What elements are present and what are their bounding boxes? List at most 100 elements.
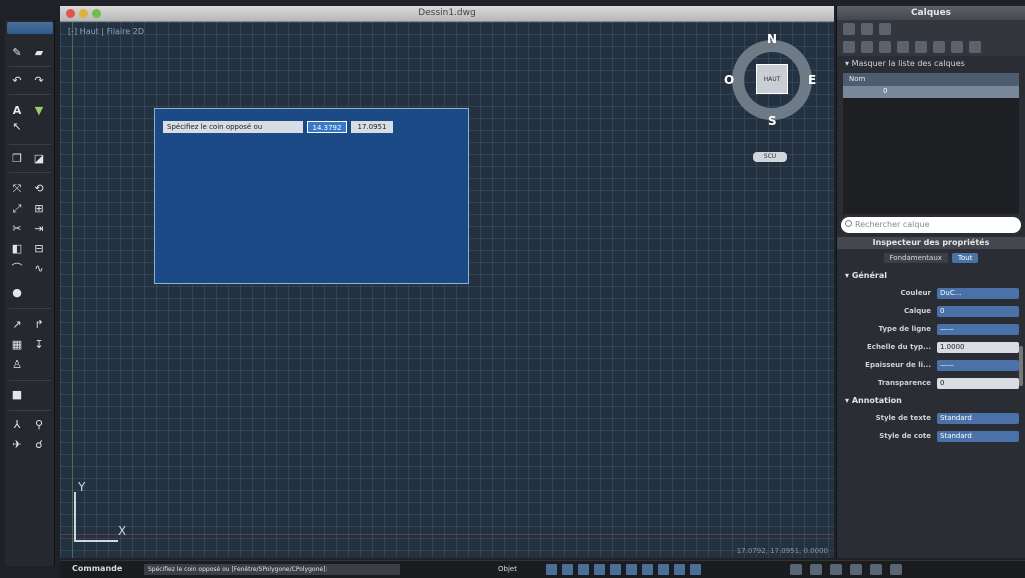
color-select[interactable]: DuC... — [937, 287, 1019, 299]
wcs-menu[interactable]: SCU — [753, 152, 787, 162]
stretch-icon[interactable]: ⊞ — [31, 202, 47, 216]
compass-south[interactable]: S — [768, 114, 777, 128]
spline-icon[interactable]: ∿ — [31, 262, 47, 276]
settings-icon[interactable] — [870, 564, 882, 575]
arc-icon[interactable]: ⌒ — [9, 262, 25, 276]
tab-all[interactable]: Tout — [951, 253, 979, 263]
layer-tool-icon[interactable] — [933, 41, 945, 53]
snap-icon[interactable] — [546, 564, 557, 575]
command-line-bar: Commande Spécifiez le coin opposé ou [Fe… — [60, 560, 1025, 578]
polar-icon[interactable] — [594, 564, 605, 575]
hatch-icon[interactable]: ▼ — [31, 104, 47, 118]
layer-tool-icon[interactable] — [915, 41, 927, 53]
walk-icon[interactable]: ☌ — [31, 438, 47, 452]
array-icon[interactable]: ⊟ — [31, 242, 47, 256]
inspector-scrollbar[interactable] — [1019, 346, 1023, 386]
mirror-icon[interactable]: ◪ — [31, 152, 47, 166]
general-props: Couleur DuC... Calque 0 Type de ligne —— Ec… — [837, 284, 1025, 392]
layer-row[interactable]: 0 — [843, 86, 1019, 98]
tool-palette: ✎ ▰ ↶ ↷ A ▼ ↖ ❐ ◪ ⤧ ⟲ ⤢ ⊞ ✂ ⇥ ◧ ⊟ ⌒ ∿ ● … — [5, 20, 55, 566]
linetype-scale-input[interactable]: 1.0000 — [937, 341, 1019, 353]
compass-west[interactable]: O — [724, 73, 734, 87]
orbit-icon[interactable]: ✈ — [9, 438, 25, 452]
layer-tool-icon[interactable] — [969, 41, 981, 53]
viewcube[interactable]: HAUT N S E O — [724, 32, 820, 128]
layer-column-header: Nom — [843, 73, 1019, 86]
customize-icon[interactable] — [890, 564, 902, 575]
fullscreen-icon[interactable] — [850, 564, 862, 575]
osnap-icon[interactable] — [610, 564, 621, 575]
undo-icon[interactable]: ↶ — [9, 74, 25, 88]
search-icon — [845, 220, 852, 227]
selection-cycle-icon[interactable] — [674, 564, 685, 575]
tab-basic[interactable]: Fondamentaux — [883, 253, 948, 263]
pan-icon[interactable]: ⅄ — [9, 418, 25, 432]
coordinate-readout: 17.0792, 17.0951, 0.0000 — [736, 547, 828, 555]
transparency-input[interactable]: 0 — [937, 377, 1019, 389]
extend-icon[interactable]: ⇥ — [31, 222, 47, 236]
section-annotation[interactable]: ▾ Annotation — [837, 392, 1025, 409]
text-icon[interactable]: A — [9, 104, 25, 118]
polyline-icon[interactable]: ▰ — [31, 46, 47, 60]
coordinate-y-field[interactable]: 17.0951 — [351, 121, 393, 133]
isolate-icon[interactable] — [830, 564, 842, 575]
layer-tool-icon[interactable] — [951, 41, 963, 53]
command-input[interactable]: Spécifiez le coin opposé ou [Fenêtre/SPo… — [144, 564, 400, 575]
viewport-label[interactable]: [-] Haut | Filaire 2D — [68, 27, 144, 36]
workspace-select[interactable] — [7, 22, 53, 34]
layer-tool-icon[interactable] — [879, 41, 891, 53]
redo-icon[interactable]: ↷ — [31, 74, 47, 88]
delete-layer-icon[interactable] — [861, 41, 873, 53]
viewcube-face[interactable]: HAUT — [756, 64, 788, 94]
line-icon[interactable]: ✎ — [9, 46, 25, 60]
layer-state-icon[interactable] — [879, 23, 891, 35]
trim-icon[interactable]: ✂ — [9, 222, 25, 236]
layer-list-toggle[interactable]: ▾ Masquer la liste des calques — [837, 56, 1025, 71]
layer-tool-icon[interactable] — [897, 41, 909, 53]
circle-icon[interactable]: ● — [9, 286, 25, 300]
user-icon[interactable]: ♙ — [9, 358, 25, 372]
section-general[interactable]: ▾ Général — [837, 267, 1025, 284]
scale-icon[interactable]: ⤢ — [9, 202, 25, 216]
transparency-icon[interactable] — [658, 564, 669, 575]
rotate-icon[interactable]: ⟲ — [31, 182, 47, 196]
workspace-icon[interactable] — [810, 564, 822, 575]
layer-search-input[interactable]: Rechercher calque — [841, 217, 1021, 233]
layer-state-icon[interactable] — [861, 23, 873, 35]
dynamic-input[interactable]: Spécifiez le coin opposé ou 14.3792 17.0… — [163, 121, 393, 133]
leader-icon[interactable]: ↱ — [31, 318, 47, 332]
move-icon[interactable]: ⤧ — [9, 182, 25, 196]
object-snap-label[interactable]: Objet — [498, 565, 517, 573]
selection-window: Spécifiez le coin opposé ou 14.3792 17.0… — [154, 108, 469, 284]
pointer-icon[interactable]: ↖ — [9, 120, 25, 134]
block-icon[interactable]: ■ — [9, 388, 25, 402]
zoom-icon[interactable]: ⚲ — [31, 418, 47, 432]
copy-icon[interactable]: ❐ — [9, 152, 25, 166]
table-icon[interactable]: ▦ — [9, 338, 25, 352]
section-general-label: Général — [851, 271, 888, 280]
fillet-icon[interactable]: ◧ — [9, 242, 25, 256]
new-layer-icon[interactable] — [843, 41, 855, 53]
linetype-select[interactable]: —— — [937, 323, 1019, 335]
layer-select[interactable]: 0 — [937, 305, 1019, 317]
otrack-icon[interactable] — [626, 564, 637, 575]
text-style-select[interactable]: Standard — [937, 412, 1019, 424]
lineweight-icon[interactable] — [642, 564, 653, 575]
drawing-canvas[interactable]: [-] Haut | Filaire 2D Spécifiez le coin … — [60, 22, 834, 558]
right-palette: Calques ▾ Masquer la liste des calques N… — [836, 6, 1025, 558]
coordinate-x-field[interactable]: 14.3792 — [307, 121, 347, 133]
grid-icon[interactable] — [562, 564, 573, 575]
measure-icon[interactable]: ↧ — [31, 338, 47, 352]
layer-state-icon[interactable] — [843, 23, 855, 35]
name-column[interactable]: Nom — [849, 75, 865, 83]
compass-north[interactable]: N — [767, 32, 777, 46]
dim-style-select[interactable]: Standard — [937, 430, 1019, 442]
annotation-scale-icon[interactable] — [790, 564, 802, 575]
lineweight-select[interactable]: —— — [937, 359, 1019, 371]
dynamic-input-icon[interactable] — [690, 564, 701, 575]
compass-east[interactable]: E — [808, 73, 816, 87]
ortho-icon[interactable] — [578, 564, 589, 575]
layer-list[interactable] — [843, 98, 1019, 214]
dimension-icon[interactable]: ↗ — [9, 318, 25, 332]
divider — [9, 144, 51, 145]
